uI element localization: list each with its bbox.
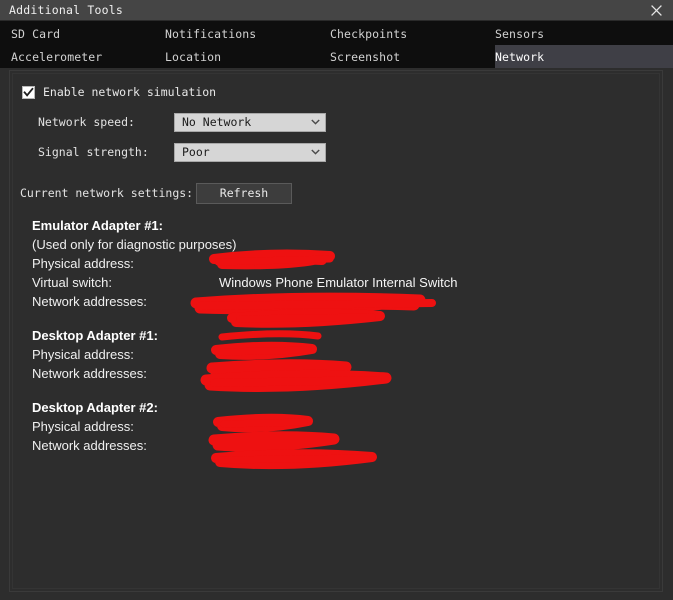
report-line: Network addresses: bbox=[32, 364, 632, 383]
network-speed-value: No Network bbox=[182, 115, 252, 129]
adapter-block-desktop-1: Desktop Adapter #1: Physical address: Ne… bbox=[32, 326, 632, 383]
window-title: Additional Tools bbox=[9, 3, 123, 17]
tab-sensors[interactable]: Sensors bbox=[495, 22, 673, 45]
report-spacer bbox=[32, 311, 632, 326]
enable-network-simulation-row[interactable]: Enable network simulation bbox=[22, 85, 216, 99]
report-key: Physical address: bbox=[32, 256, 134, 271]
tab-location[interactable]: Location bbox=[165, 45, 330, 68]
current-network-settings-row: Current network settings: Refresh bbox=[20, 182, 292, 204]
current-network-settings-label: Current network settings: bbox=[20, 186, 194, 200]
tab-sd-card[interactable]: SD Card bbox=[0, 22, 165, 45]
signal-strength-dropdown[interactable]: Poor bbox=[174, 142, 326, 162]
tab-label: Location bbox=[165, 49, 222, 64]
report-line: Virtual switch: Windows Phone Emulator I… bbox=[32, 273, 632, 292]
tab-row-2: Accelerometer Location Screenshot Networ… bbox=[0, 45, 673, 68]
signal-strength-value: Poor bbox=[182, 145, 210, 159]
tab-network[interactable]: Network bbox=[495, 45, 673, 68]
chevron-down-icon bbox=[311, 149, 320, 155]
adapter-title: Desktop Adapter #2: bbox=[32, 400, 158, 415]
adapter-title: Emulator Adapter #1: bbox=[32, 218, 163, 233]
additional-tools-window: Additional Tools SD Card Notifications C… bbox=[0, 0, 673, 600]
network-speed-label: Network speed: bbox=[38, 115, 135, 129]
close-icon[interactable] bbox=[639, 0, 673, 20]
report-line: Network addresses: bbox=[32, 292, 632, 311]
report-value: Windows Phone Emulator Internal Switch bbox=[219, 275, 458, 290]
tab-row-1: SD Card Notifications Checkpoints Sensor… bbox=[0, 22, 673, 45]
adapter-block-emulator-1: Emulator Adapter #1: (Used only for diag… bbox=[32, 216, 632, 311]
report-line: Network addresses: bbox=[32, 436, 632, 455]
adapter-block-desktop-2: Desktop Adapter #2: Physical address: Ne… bbox=[32, 398, 632, 455]
tab-label: Accelerometer bbox=[11, 49, 103, 64]
network-speed-dropdown[interactable]: No Network bbox=[174, 112, 326, 132]
report-key: Virtual switch: bbox=[32, 275, 112, 290]
signal-strength-label: Signal strength: bbox=[38, 145, 149, 159]
chevron-down-icon bbox=[311, 119, 320, 125]
adapter-note: (Used only for diagnostic purposes) bbox=[32, 237, 237, 252]
adapter-title: Desktop Adapter #1: bbox=[32, 328, 158, 343]
report-line: Physical address: bbox=[32, 254, 632, 273]
tab-notifications[interactable]: Notifications bbox=[165, 22, 330, 45]
signal-strength-row: Signal strength: Poor bbox=[38, 142, 326, 162]
tab-label: Screenshot bbox=[330, 49, 401, 64]
tab-accelerometer[interactable]: Accelerometer bbox=[0, 45, 165, 68]
report-key: Physical address: bbox=[32, 419, 134, 434]
report-spacer bbox=[32, 383, 632, 398]
report-line: Physical address: bbox=[32, 417, 632, 436]
tab-label: Sensors bbox=[495, 26, 545, 41]
network-report: Emulator Adapter #1: (Used only for diag… bbox=[32, 216, 632, 455]
tab-label: SD Card bbox=[11, 26, 61, 41]
network-speed-row: Network speed: No Network bbox=[38, 112, 326, 132]
enable-network-simulation-checkbox[interactable] bbox=[22, 85, 35, 99]
tab-checkpoints[interactable]: Checkpoints bbox=[330, 22, 495, 45]
title-bar: Additional Tools bbox=[0, 0, 673, 21]
refresh-button[interactable]: Refresh bbox=[196, 182, 292, 204]
tab-screenshot[interactable]: Screenshot bbox=[330, 45, 495, 68]
tab-label: Network bbox=[495, 49, 545, 64]
report-key: Network addresses: bbox=[32, 366, 147, 381]
report-key: Network addresses: bbox=[32, 294, 147, 309]
enable-network-simulation-label: Enable network simulation bbox=[43, 85, 217, 99]
tab-label: Notifications bbox=[165, 26, 257, 41]
report-key: Physical address: bbox=[32, 347, 134, 362]
report-line: Physical address: bbox=[32, 345, 632, 364]
report-key: Network addresses: bbox=[32, 438, 147, 453]
tab-strip: SD Card Notifications Checkpoints Sensor… bbox=[0, 21, 673, 68]
tab-label: Checkpoints bbox=[330, 26, 408, 41]
network-panel: Enable network simulation Network speed:… bbox=[9, 70, 663, 592]
